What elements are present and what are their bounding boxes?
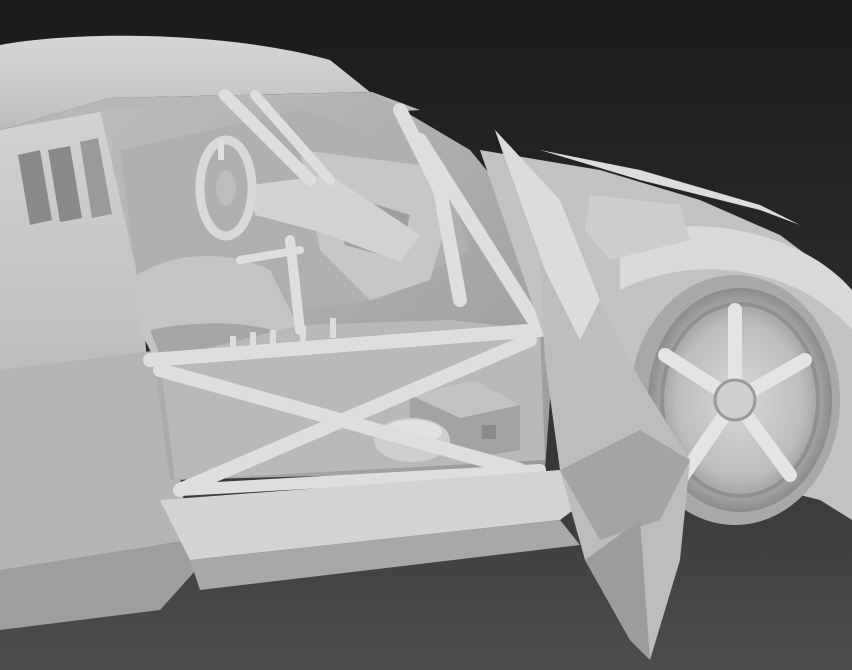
- render-viewport: [0, 0, 852, 670]
- wheel-hub: [713, 378, 757, 422]
- car-render-image: [0, 0, 852, 670]
